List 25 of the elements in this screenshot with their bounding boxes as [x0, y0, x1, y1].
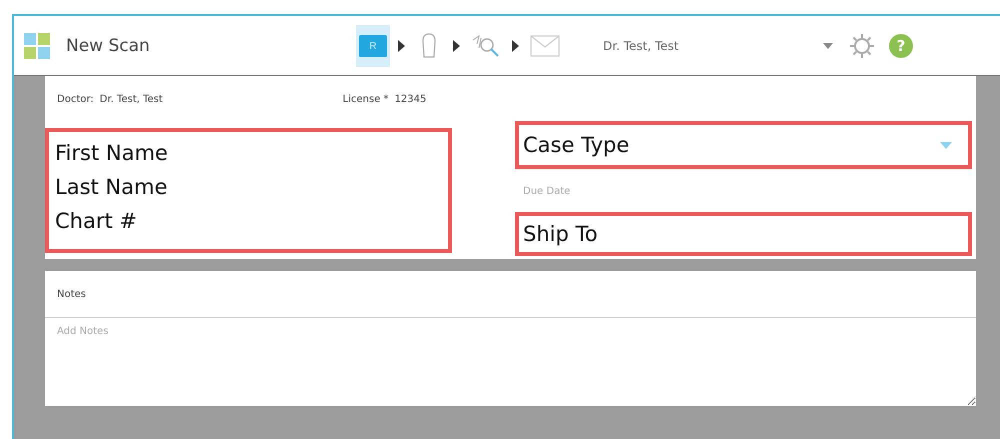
doctor-label: Doctor: — [57, 94, 94, 107]
envelope-icon — [530, 34, 560, 56]
window-title: New Scan — [66, 36, 151, 56]
caret-icon — [823, 42, 833, 48]
magnifier-icon — [471, 34, 501, 58]
license-value: 12345 — [394, 94, 426, 107]
callout-label: Ship To — [523, 220, 598, 248]
callout-label: First Name — [55, 140, 169, 167]
callout-label: Chart # — [55, 208, 138, 235]
step-arrow-icon — [398, 40, 405, 52]
settings-icon[interactable] — [849, 32, 875, 58]
step-arrow-icon — [512, 40, 519, 52]
notes-title: Notes — [56, 288, 87, 302]
caret-icon — [940, 142, 952, 148]
tooth-icon — [420, 32, 438, 58]
step-arrow-icon — [453, 40, 460, 52]
tiles-logo-icon — [24, 32, 50, 58]
callout-label: Case Type — [523, 132, 630, 158]
callout-label: Last Name — [55, 174, 168, 201]
doctor-value: Dr. Test, Test — [100, 94, 163, 107]
case-type-callout[interactable]: Case Type — [515, 121, 972, 169]
license-label: License * — [342, 94, 389, 107]
notes-field[interactable]: Add Notes — [45, 317, 976, 406]
user-dropdown[interactable]: Dr. Test, Test — [603, 38, 833, 52]
folder-icon: R — [359, 34, 387, 56]
